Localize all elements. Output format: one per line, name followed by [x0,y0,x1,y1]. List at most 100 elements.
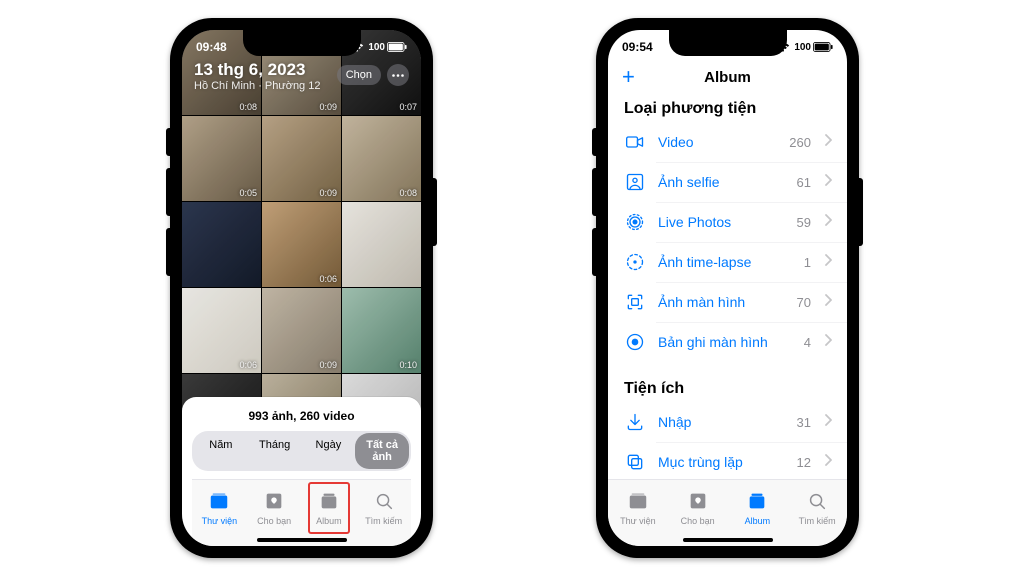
photo-thumbnail[interactable] [342,202,421,287]
row-count: 260 [789,135,811,150]
tab-label: Tìm kiếm [799,516,836,526]
library-icon [208,490,230,514]
album-row-video[interactable]: Video 260 [608,122,847,162]
notch [669,30,787,56]
dup-icon [624,451,646,473]
photo-thumbnail[interactable]: 0:08 [342,116,421,201]
tab-library[interactable]: Thư viện [192,480,247,536]
row-count: 31 [797,415,811,430]
video-duration: 0:09 [319,102,337,112]
library-icon [627,490,649,514]
nav-bar: + Album [608,60,847,94]
photo-thumbnail[interactable]: 0:09 [262,288,341,373]
home-indicator[interactable] [683,538,773,542]
video-duration: 0:08 [399,188,417,198]
tab-foryou[interactable]: Cho bạn [247,480,302,536]
live-icon [624,211,646,233]
battery-percent: 100 [368,42,385,53]
photo-thumbnail[interactable]: 0:09 [262,116,341,201]
row-label: Ảnh time-lapse [658,254,792,270]
power-button [859,178,863,246]
tab-label: Thư viện [202,516,238,526]
album-row-live[interactable]: Live Photos59 [608,202,847,242]
selfie-icon [624,171,646,193]
library-bottom-sheet: 993 ảnh, 260 video NămThángNgàyTất cả ản… [182,397,421,546]
albums-icon [318,490,340,514]
row-label: Bản ghi màn hình [658,334,792,350]
chevron-right-icon [825,254,833,266]
add-album-button[interactable]: + [622,66,635,88]
segment-tháng[interactable]: Tháng [248,433,302,469]
row-label: Video [658,134,777,150]
row-count: 70 [797,295,811,310]
album-row-selfie[interactable]: Ảnh selfie 61 [608,162,847,202]
row-count: 12 [797,455,811,470]
volume-down-button [166,228,170,276]
row-label: Nhập [658,414,785,430]
segment-tất-cả-ảnh[interactable]: Tất cả ảnh [355,433,409,469]
battery-icon [813,42,833,52]
row-count: 61 [797,175,811,190]
battery-percent: 100 [794,42,811,53]
status-time: 09:54 [622,40,653,54]
phone-album-list: 09:54 100 + Album Loại phương tiện Video… [596,18,859,558]
tab-albums[interactable]: Album [302,480,357,536]
row-label: Ảnh màn hình [658,294,785,310]
foryou-icon [263,490,285,514]
album-list-content[interactable]: Loại phương tiện Video 260 Ảnh selfie 61 Liv… [608,94,847,479]
status-time: 09:48 [196,40,227,54]
tab-label: Thư viện [620,516,656,526]
side-button [166,128,170,156]
album-row-timelapse[interactable]: Ảnh time-lapse 1 [608,242,847,282]
tab-albums[interactable]: Album [728,480,788,536]
import-icon [624,411,646,433]
albums-icon [746,490,768,514]
row-count: 1 [804,255,811,270]
album-row-screenshot[interactable]: Ảnh màn hình 70 [608,282,847,322]
chevron-right-icon [825,214,833,226]
video-duration: 0:06 [319,274,337,284]
tab-search[interactable]: Tìm kiếm [356,480,411,536]
chevron-right-icon [825,134,833,146]
search-icon [806,490,828,514]
section-utilities: Tiện ích [608,374,847,402]
row-count: 4 [804,335,811,350]
chevron-right-icon [825,174,833,186]
phone-library: 09:48 100 13 thg 6, 2023 Hồ Chí Minh · P… [170,18,433,558]
photo-count: 993 ảnh, 260 video [192,405,411,431]
segment-năm[interactable]: Năm [194,433,248,469]
album-row-screenrec[interactable]: Bản ghi màn hình 4 [608,322,847,362]
battery-icon [387,42,407,52]
album-row-dup[interactable]: Mục trùng lặp12 [608,442,847,479]
ellipsis-icon [392,74,404,77]
photo-thumbnail[interactable]: 0:05 [182,116,261,201]
row-label: Ảnh selfie [658,174,785,190]
screenshot-icon [624,291,646,313]
row-label: Live Photos [658,214,785,230]
video-duration: 0:09 [319,188,337,198]
more-button[interactable] [387,64,409,86]
segment-ngày[interactable]: Ngày [302,433,356,469]
chevron-right-icon [825,414,833,426]
view-segmented-control[interactable]: NămThángNgàyTất cả ảnh [192,431,411,471]
tab-search[interactable]: Tìm kiếm [787,480,847,536]
photo-thumbnail[interactable] [182,202,261,287]
photo-thumbnail[interactable]: 0:10 [342,288,421,373]
album-row-import[interactable]: Nhập 31 [608,402,847,442]
video-duration: 0:07 [399,102,417,112]
select-button[interactable]: Chọn [337,65,381,85]
video-duration: 0:09 [319,360,337,370]
tab-bar: Thư viện Cho bạnAlbumTìm kiếm [192,479,411,546]
video-duration: 0:06 [239,360,257,370]
timelapse-icon [624,251,646,273]
library-date: 13 thg 6, 2023 [194,60,320,80]
photo-thumbnail[interactable]: 0:06 [262,202,341,287]
photo-thumbnail[interactable]: 0:06 [182,288,261,373]
tab-foryou[interactable]: Cho bạn [668,480,728,536]
home-indicator[interactable] [257,538,347,542]
chevron-right-icon [825,294,833,306]
chevron-right-icon [825,454,833,466]
section-media-types: Loại phương tiện [608,94,847,122]
tab-library[interactable]: Thư viện [608,480,668,536]
notch [243,30,361,56]
